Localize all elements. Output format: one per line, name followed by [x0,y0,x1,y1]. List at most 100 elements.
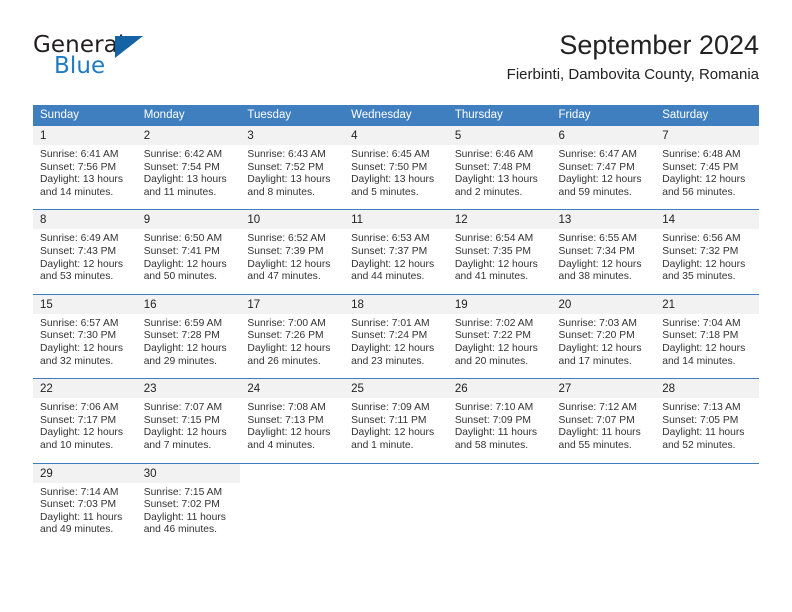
day-daylight-line: Daylight: 12 hours [558,174,642,186]
day-daylight-line: Daylight: 12 hours [143,427,227,439]
calendar-day-cell[interactable]: 30 Sunrise: 7:15 AM Sunset: 7:02 PM Dayligh… [136,462,241,547]
calendar-day-cell[interactable]: 5 Sunrise: 6:46 AM Sunset: 7:48 PM Daylight… [447,126,552,210]
day-sun-info: Sunrise: 7:08 AM Sunset: 7:13 PM Daylight:… [240,398,344,462]
calendar-day-cell[interactable]: 6 Sunrise: 6:47 AM Sunset: 7:47 PM Daylight… [551,126,656,210]
calendar-day-cell[interactable]: 15 Sunrise: 6:57 AM Sunset: 7:30 PM Dayligh… [33,293,137,379]
calendar-day-cell[interactable]: 10 Sunrise: 6:52 AM Sunset: 7:39 PM Dayligh… [240,209,345,295]
day-sunset-line: Sunset: 7:15 PM [143,414,220,426]
day-sun-info: Sunrise: 6:55 AM Sunset: 7:34 PM Daylight:… [552,229,656,293]
weekday-header-friday: Friday [551,105,656,126]
calendar-day-cell[interactable]: 17 Sunrise: 7:00 AM Sunset: 7:26 PM Dayligh… [240,293,345,379]
calendar-day-cell[interactable]: 19 Sunrise: 7:02 AM Sunset: 7:22 PM Dayligh… [447,293,552,379]
calendar-day-cell[interactable]: 26 Sunrise: 7:10 AM Sunset: 7:09 PM Dayligh… [447,378,552,463]
calendar-week-row: 15 Sunrise: 6:57 AM Sunset: 7:30 PM Dayligh… [33,293,759,379]
day-sunset-line: Sunset: 7:28 PM [143,330,220,342]
location-subtitle: Fierbinti, Dambovita County, Romania [506,66,759,83]
day-number: 24 [240,379,345,399]
day-sun-info: Sunrise: 6:54 AM Sunset: 7:35 PM Daylight:… [448,229,552,293]
calendar-day-cell[interactable]: 16 Sunrise: 6:59 AM Sunset: 7:28 PM Dayligh… [136,293,241,379]
calendar-day-cell[interactable]: 18 Sunrise: 7:01 AM Sunset: 7:24 PM Dayligh… [344,293,448,379]
day-sunrise-line: Sunrise: 7:15 AM [143,486,223,498]
calendar-day-cell[interactable]: 12 Sunrise: 6:54 AM Sunset: 7:35 PM Dayligh… [447,209,552,295]
day-number: 25 [344,379,448,399]
day-sunrise-line: Sunrise: 6:47 AM [558,149,637,160]
weekday-header-sunday: Sunday [33,105,137,126]
day-number: 30 [136,463,241,483]
calendar-week-row: 22 Sunrise: 7:06 AM Sunset: 7:17 PM Dayligh… [33,378,759,463]
calendar-day-cell[interactable]: 21 Sunrise: 7:04 AM Sunset: 7:18 PM Dayligh… [655,293,759,379]
calendar-week-row: 29 Sunrise: 7:14 AM Sunset: 7:03 PM Dayligh… [33,462,759,547]
calendar-day-cell[interactable]: 1 Sunrise: 6:41 AM Sunset: 7:56 PM Daylight… [33,126,137,210]
day-sun-info: Sunrise: 6:48 AM Sunset: 7:45 PM Daylight:… [655,145,759,209]
calendar-day-cell [344,462,448,547]
day-sunset-line: Sunset: 7:07 PM [558,414,635,426]
day-sunset-line: Sunset: 7:02 PM [143,499,220,511]
day-sunset-line: Sunset: 7:52 PM [247,161,324,173]
day-daylight-line: Daylight: 12 hours [662,174,746,186]
day-sunrise-line: Sunrise: 6:41 AM [40,149,119,160]
day-daylight-line: and 55 minutes. [558,439,632,451]
weekday-header-saturday: Saturday [655,105,759,126]
day-sunset-line: Sunset: 7:09 PM [454,414,531,426]
calendar-day-cell[interactable]: 4 Sunrise: 6:45 AM Sunset: 7:50 PM Daylight… [344,126,448,210]
day-number: 28 [655,379,759,399]
day-number: 4 [344,126,448,145]
day-number: 21 [655,294,759,314]
day-sunrise-line: Sunrise: 7:03 AM [558,317,637,329]
calendar-day-cell[interactable]: 9 Sunrise: 6:50 AM Sunset: 7:41 PM Daylight… [136,209,241,295]
calendar-page: General Blue September 2024 Fierbinti, D… [0,0,792,612]
day-sunrise-line: Sunrise: 6:43 AM [247,149,326,160]
calendar-day-cell[interactable]: 11 Sunrise: 6:53 AM Sunset: 7:37 PM Dayligh… [344,209,448,295]
brand-logo: General Blue [33,32,263,88]
day-daylight-line: Daylight: 12 hours [143,258,227,270]
calendar-day-cell[interactable]: 8 Sunrise: 6:49 AM Sunset: 7:43 PM Daylight… [33,209,137,295]
day-sunset-line: Sunset: 7:22 PM [454,330,531,342]
day-sunrise-line: Sunrise: 6:59 AM [143,317,223,329]
day-sunrise-line: Sunrise: 7:00 AM [247,317,326,329]
calendar-week-row: 8 Sunrise: 6:49 AM Sunset: 7:43 PM Daylight… [33,209,759,295]
day-sunset-line: Sunset: 7:20 PM [558,330,635,342]
day-daylight-line: Daylight: 12 hours [351,342,435,354]
calendar-day-cell[interactable]: 2 Sunrise: 6:42 AM Sunset: 7:54 PM Daylight… [136,126,241,210]
day-sunrise-line: Sunrise: 7:01 AM [351,317,430,329]
title-block: September 2024 Fierbinti, Dambovita Coun… [507,28,759,86]
calendar-day-cell[interactable]: 20 Sunrise: 7:03 AM Sunset: 7:20 PM Dayligh… [551,293,656,379]
day-sun-info: Sunrise: 6:50 AM Sunset: 7:41 PM Daylight:… [137,229,241,293]
day-number [655,463,759,483]
calendar-day-cell[interactable]: 24 Sunrise: 7:08 AM Sunset: 7:13 PM Dayligh… [240,378,345,463]
day-sun-info: Sunrise: 6:57 AM Sunset: 7:30 PM Daylight:… [33,314,137,378]
day-daylight-line: Daylight: 12 hours [662,342,746,354]
day-sunrise-line: Sunrise: 6:52 AM [247,233,326,245]
day-sunset-line: Sunset: 7:17 PM [40,414,117,426]
day-daylight-line: and 29 minutes. [143,355,217,367]
day-daylight-line: Daylight: 12 hours [662,258,746,270]
calendar-day-cell[interactable]: 23 Sunrise: 7:07 AM Sunset: 7:15 PM Dayligh… [136,378,241,463]
day-daylight-line: and 14 minutes. [662,355,736,367]
day-daylight-line: and 44 minutes. [351,271,425,283]
day-number: 20 [551,294,656,314]
day-sun-info: Sunrise: 7:09 AM Sunset: 7:11 PM Daylight:… [344,398,448,462]
calendar-day-cell[interactable]: 22 Sunrise: 7:06 AM Sunset: 7:17 PM Dayligh… [33,378,137,463]
calendar-day-cell[interactable]: 25 Sunrise: 7:09 AM Sunset: 7:11 PM Dayligh… [344,378,448,463]
calendar-day-cell[interactable]: 3 Sunrise: 6:43 AM Sunset: 7:52 PM Daylight… [240,126,345,210]
calendar-day-cell[interactable]: 7 Sunrise: 6:48 AM Sunset: 7:45 PM Daylight… [655,126,759,210]
day-daylight-line: Daylight: 13 hours [454,174,538,186]
calendar-day-cell[interactable]: 13 Sunrise: 6:55 AM Sunset: 7:34 PM Dayligh… [551,209,656,295]
day-sun-info: Sunrise: 7:12 AM Sunset: 7:07 PM Daylight:… [552,398,656,462]
calendar-day-cell[interactable]: 28 Sunrise: 7:13 AM Sunset: 7:05 PM Dayligh… [655,378,759,463]
day-number: 23 [136,379,241,399]
day-daylight-line: and 7 minutes. [143,439,212,451]
calendar-day-cell[interactable]: 27 Sunrise: 7:12 AM Sunset: 7:07 PM Dayligh… [551,378,656,463]
calendar-day-cell[interactable]: 29 Sunrise: 7:14 AM Sunset: 7:03 PM Dayligh… [33,462,137,547]
day-number: 5 [447,126,552,145]
day-sun-info: Sunrise: 6:43 AM Sunset: 7:52 PM Daylight:… [240,145,344,209]
day-number: 1 [33,126,137,145]
day-sunset-line: Sunset: 7:56 PM [40,161,117,173]
day-daylight-line: Daylight: 13 hours [351,174,435,186]
day-sunrise-line: Sunrise: 7:13 AM [662,402,741,414]
day-daylight-line: Daylight: 12 hours [351,427,435,439]
calendar-day-cell[interactable]: 14 Sunrise: 6:56 AM Sunset: 7:32 PM Dayligh… [655,209,759,295]
day-number: 2 [136,126,241,145]
day-daylight-line: and 53 minutes. [40,271,114,283]
day-sun-info [240,483,344,540]
